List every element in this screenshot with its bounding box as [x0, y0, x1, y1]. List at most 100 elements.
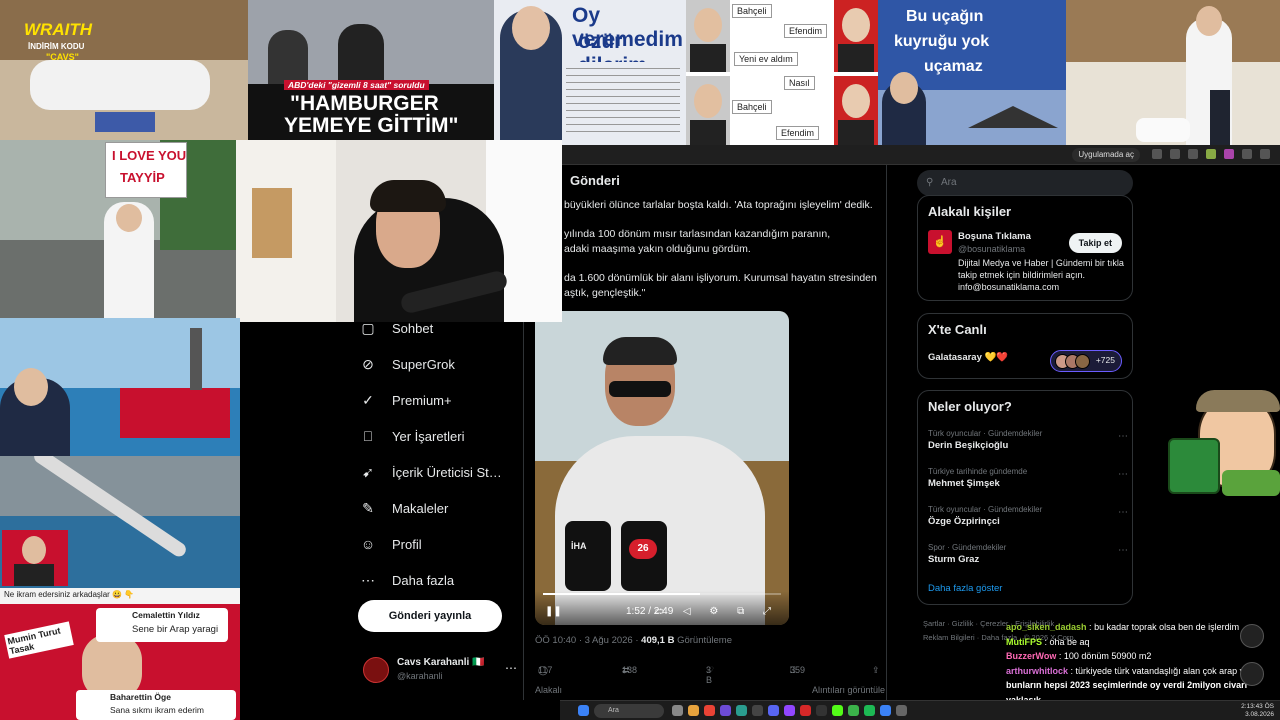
kitchen-cabinets: [1066, 0, 1280, 62]
live-card: X'te Canlı Galatasaray 💛❤️ +725: [917, 313, 1133, 379]
nav-item-premium[interactable]: ✓ Premium+: [358, 382, 528, 418]
download-icon[interactable]: [1188, 149, 1198, 159]
video-player[interactable]: İHA 26 ❚❚ 1:52 / 2:49 ▭ ◁ ⚙ ⧉ ⤢: [535, 311, 789, 625]
live-count: +725: [1095, 355, 1115, 365]
more-icon[interactable]: ⋯: [1118, 507, 1128, 518]
meme-tile-kitchen: [1066, 0, 1280, 145]
account-switcher[interactable]: Cavs Karahanli 🇮🇹 @karahanli ⋯: [363, 655, 523, 685]
meme-tile-bahceli: Bahçeli Efendim Yeni ev aldım Nasıl Bahç…: [686, 0, 878, 145]
headline-caption: ABD'deki "gizemli 8 saat" soruldu: [284, 80, 429, 90]
extension-icon[interactable]: [1170, 149, 1180, 159]
nav-item-articles[interactable]: ✎ Makaleler: [358, 490, 528, 526]
downloads-icon[interactable]: [1242, 149, 1252, 159]
app-icon[interactable]: [752, 705, 763, 716]
clock-date: 3.08.2026: [1245, 711, 1274, 718]
search-input[interactable]: ⚲ Ara: [917, 170, 1133, 196]
portrait: [686, 0, 730, 72]
portrait: [686, 76, 730, 145]
chat-message: arthurwhitlock : türkiyede türk vatandaş…: [1006, 664, 1280, 679]
app-icon[interactable]: [800, 705, 811, 716]
app-icon[interactable]: [880, 705, 891, 716]
sunglasses: [609, 381, 671, 397]
article-icon: ✎: [362, 499, 374, 516]
page-title: Gönderi: [570, 173, 620, 188]
speech-bubble: Bahçeli: [732, 100, 772, 114]
spotify-icon[interactable]: [864, 705, 875, 716]
taskbar-search[interactable]: Ara: [594, 704, 664, 718]
nav-item-supergrok[interactable]: ⊘ SuperGrok: [358, 346, 528, 382]
person-face: [116, 204, 142, 232]
live-participants[interactable]: +725: [1050, 350, 1122, 372]
rocket-icon: ➹: [362, 463, 374, 480]
chat-text: 100 dönüm 50900 m2: [1063, 651, 1152, 661]
app-icon[interactable]: [720, 705, 731, 716]
discord-icon[interactable]: [768, 705, 779, 716]
more-icon[interactable]: ⋯: [1118, 545, 1128, 556]
app-icon[interactable]: [896, 705, 907, 716]
avatar: [363, 657, 389, 683]
more-icon[interactable]: ⋯: [1118, 469, 1128, 480]
trend-item[interactable]: Türkiye tarihinde gündemde Mehmet Şimşek ⋯: [928, 467, 1128, 489]
card-title: Alakalı kişiler: [928, 204, 1012, 219]
follow-button[interactable]: Takip et: [1068, 233, 1122, 253]
room-door: [252, 188, 292, 258]
microphone: İHA: [565, 521, 611, 591]
refresh-icon[interactable]: [1240, 624, 1264, 648]
live-item[interactable]: Galatasaray 💛❤️: [928, 352, 1008, 363]
profile-icon[interactable]: [1224, 149, 1234, 159]
nav-label: SuperGrok: [392, 356, 455, 372]
show-more-link[interactable]: Daha fazla göster: [928, 583, 1002, 594]
share-icon[interactable]: ⇪: [872, 665, 880, 676]
trends-card: Neler oluyor? Türk oyuncular · Gündemdek…: [917, 390, 1133, 605]
profile-name[interactable]: Boşuna Tıklama: [958, 231, 1031, 242]
microphone: 26: [621, 521, 667, 591]
chat-user: MutiFPS: [1006, 636, 1042, 647]
windows-start-icon[interactable]: [578, 705, 589, 716]
extension-icon-2[interactable]: [1206, 149, 1216, 159]
app-icon[interactable]: [672, 705, 683, 716]
views-label: Görüntüleme: [674, 635, 732, 646]
trend-item[interactable]: Spor · Gündemdekiler Sturm Graz ⋯: [928, 543, 1128, 565]
nav-item-creator-studio[interactable]: ➹ İçerik Üreticisi St…: [358, 454, 528, 490]
nav-label: Yer İşaretleri: [392, 428, 465, 444]
cartoon-money-stack: [1168, 438, 1220, 494]
trend-item[interactable]: Türk oyuncular · Gündemdekiler Özge Özpir…: [928, 505, 1128, 527]
profile-handle: @bosunatiklama: [958, 244, 1026, 254]
share-icon[interactable]: [1152, 149, 1162, 159]
person-trousers: [1210, 90, 1230, 145]
nav-item-more[interactable]: ⋯ Daha fazla: [358, 562, 528, 598]
webcam-overlay: [236, 140, 562, 322]
sign-line-1: I LOVE YOU: [112, 148, 187, 163]
kick-icon[interactable]: [832, 705, 843, 716]
reply-user: Baharettin Öge: [110, 692, 171, 702]
folder-icon[interactable]: [688, 705, 699, 716]
trend-item[interactable]: Türk oyuncular · Gündemdekiler Derin Beşi…: [928, 429, 1128, 451]
twitch-icon[interactable]: [784, 705, 795, 716]
chat-bubble-icon[interactable]: [1240, 662, 1264, 686]
meme-tile-sign: I LOVE YOU TAYYİP: [0, 140, 236, 318]
nav-item-bookmarks[interactable]: ⎕ Yer İşaretleri: [358, 418, 528, 454]
pause-icon[interactable]: ❚❚: [545, 606, 562, 617]
post-paragraph: da 1.600 dönümlük bir alanı işliyorum. K…: [564, 272, 877, 299]
app-icon[interactable]: [736, 705, 747, 716]
view-count: 409,1 B: [641, 635, 675, 646]
profile-logo[interactable]: ☝: [928, 230, 952, 254]
headline-line-2: YEMEYE GİTTİM": [284, 114, 459, 137]
cartoon-sticker: [1168, 388, 1280, 506]
video-settings-icons[interactable]: ▭ ◁ ⚙ ⧉ ⤢: [655, 606, 779, 617]
chrome-icon[interactable]: [704, 705, 715, 716]
app-icon[interactable]: [848, 705, 859, 716]
nav-item-profile[interactable]: ☺ Profil: [358, 526, 528, 562]
more-icon[interactable]: ⋯: [1118, 431, 1128, 442]
reply-text: Sene bir Arap yaragi: [132, 624, 219, 635]
quotes-link[interactable]: Alıntıları görüntüle: [812, 685, 885, 695]
post-button[interactable]: Gönderi yayınla: [358, 600, 502, 632]
open-in-app-chip[interactable]: Uygulamada aç: [1072, 148, 1140, 162]
menu-icon[interactable]: [1260, 149, 1270, 159]
laptop: [95, 112, 155, 132]
video-progress-bar[interactable]: [543, 593, 781, 595]
related-tab[interactable]: Alakalı: [535, 685, 562, 695]
obs-icon[interactable]: [816, 705, 827, 716]
system-clock[interactable]: 2:13:43 ÖS 3.08.2026: [1241, 703, 1274, 719]
ikram-caption: Ne ikram edersiniz arkadaşlar 😀 👇: [4, 590, 135, 599]
